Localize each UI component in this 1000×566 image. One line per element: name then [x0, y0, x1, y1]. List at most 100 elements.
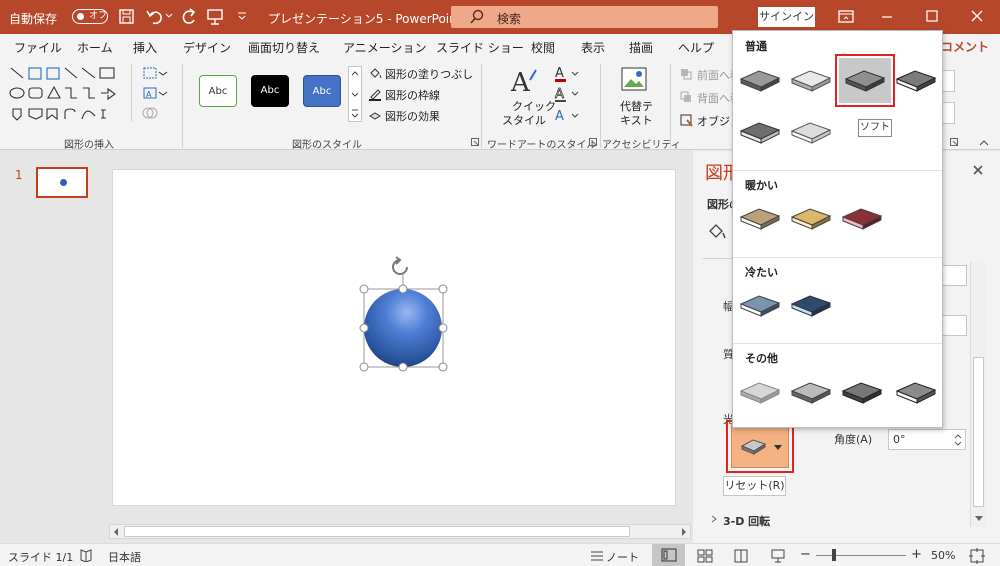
expand-rotation-icon[interactable] [710, 515, 718, 523]
text-fill-outline-effects-icon[interactable]: AAA [553, 64, 581, 124]
maximize-icon[interactable] [925, 9, 939, 23]
lighting-option-matte-dark[interactable] [737, 61, 783, 101]
arrange-shapes-icon[interactable]: A [141, 66, 171, 122]
comments-button[interactable]: コメント [941, 38, 989, 55]
slide-number: 1 [15, 168, 23, 182]
lighting-option-warm-red[interactable] [839, 199, 885, 239]
contour-spinner[interactable] [940, 315, 967, 336]
svg-text:A: A [555, 87, 564, 102]
alt-text-icon[interactable] [620, 66, 650, 96]
lighting-option-dark-edge[interactable] [893, 61, 939, 101]
selection-pane-icon [680, 114, 693, 127]
language-indicator[interactable]: 日本語 [108, 549, 141, 565]
style-gallery-scroll-icon[interactable] [348, 66, 362, 122]
zoom-in-button[interactable]: + [911, 547, 922, 562]
customize-qat-icon[interactable] [237, 11, 247, 21]
lighting-option-warm-flat[interactable] [737, 199, 783, 239]
search-icon [470, 9, 484, 24]
save-icon[interactable] [118, 8, 136, 26]
fill-line-tab-icon[interactable] [707, 222, 729, 242]
notes-button[interactable]: ノート [606, 549, 639, 565]
svg-text:A: A [555, 109, 564, 124]
normal-view-icon [661, 548, 677, 562]
tab-view[interactable]: 表示 [581, 39, 605, 56]
tab-draw[interactable]: 描画 [629, 39, 653, 56]
zoom-slider-thumb[interactable] [832, 549, 836, 561]
pane-scroll-thumb[interactable] [973, 357, 984, 507]
tab-transitions[interactable]: 画面切り替え [248, 39, 320, 56]
undo-dropdown-icon[interactable] [165, 12, 173, 20]
slide-sorter-icon[interactable] [697, 549, 713, 563]
lighting-option-plastic-dark[interactable] [737, 113, 783, 153]
zoom-slider[interactable] [816, 555, 906, 556]
angle-value: 0° [893, 433, 906, 446]
reset-button[interactable]: リセット(R) [723, 476, 786, 496]
lighting-option-other-2[interactable] [788, 373, 834, 413]
horizontal-scroll-thumb[interactable] [124, 526, 630, 537]
zoom-level[interactable]: 50% [931, 549, 955, 562]
tab-file[interactable]: ファイル [14, 39, 62, 56]
pane-close-icon[interactable] [972, 164, 984, 176]
fit-slide-icon[interactable] [968, 547, 986, 565]
rotation-section-header[interactable]: 3-D 回転 [723, 513, 770, 529]
spellcheck-icon[interactable] [79, 548, 93, 562]
section-heading-warm: 暖かい [745, 179, 778, 192]
collapse-ribbon-icon[interactable] [978, 138, 990, 148]
section-heading-other: その他 [745, 352, 778, 365]
zoom-out-button[interactable]: − [800, 547, 811, 562]
scroll-left-icon[interactable] [112, 527, 120, 537]
lighting-option-other-3[interactable] [839, 373, 885, 413]
scroll-right-icon[interactable] [680, 527, 688, 537]
lighting-dropdown-button[interactable] [731, 425, 789, 468]
angle-spin-icon[interactable] [953, 432, 963, 448]
thumbnail-sphere [60, 179, 67, 186]
close-icon[interactable] [970, 9, 984, 23]
autosave-toggle[interactable]: オフ [72, 9, 108, 24]
present-icon[interactable] [206, 7, 224, 27]
search-box[interactable]: 検索 [451, 6, 718, 28]
reading-view-icon[interactable] [733, 549, 749, 563]
ribbon-display-icon[interactable] [838, 9, 854, 25]
lighting-option-matte-light[interactable] [788, 61, 834, 101]
tab-home[interactable]: ホーム [77, 39, 113, 56]
tab-animations[interactable]: アニメーション [343, 39, 427, 56]
tab-insert[interactable]: 挿入 [133, 39, 157, 56]
lighting-option-other-4[interactable] [893, 373, 939, 413]
angle-input[interactable]: 0° [888, 429, 966, 450]
pane-scrollbar[interactable] [970, 261, 986, 527]
lighting-option-warm-yellow[interactable] [788, 199, 834, 239]
shapes-gallery-icon[interactable] [9, 66, 135, 124]
depth-spinner[interactable] [940, 265, 967, 286]
shape-fill-button[interactable]: 図形の塗りつぶし [385, 66, 473, 82]
bring-forward-icon [681, 69, 692, 80]
dialog-launcher-icon[interactable] [471, 138, 479, 146]
signin-button[interactable]: サインイン [758, 7, 815, 27]
tab-slideshow[interactable]: スライド ショー [436, 39, 524, 56]
lighting-option-cool-slate[interactable] [737, 286, 783, 326]
lighting-option-plastic-light[interactable] [788, 113, 834, 153]
wordart-quickstyle-icon[interactable]: A [508, 66, 540, 96]
lighting-option-other-1[interactable] [737, 373, 783, 413]
shape-outline-button[interactable]: 図形の枠線 [385, 87, 440, 103]
tab-review[interactable]: 校閲 [531, 39, 555, 56]
slide-thumbnail[interactable] [36, 167, 88, 198]
selected-sphere-shape[interactable] [355, 245, 455, 375]
wordart-launcher-icon[interactable] [589, 138, 597, 146]
horizontal-scrollbar[interactable] [109, 524, 691, 539]
lighting-option-cool-blue[interactable] [788, 286, 834, 326]
shape-style-green[interactable]: Abc [199, 75, 237, 107]
slideshow-view-icon[interactable] [770, 548, 786, 564]
redo-icon[interactable] [179, 7, 199, 27]
tab-help[interactable]: ヘルプ [678, 39, 714, 56]
lighting-option-soft-selected[interactable] [839, 58, 891, 103]
shape-style-black[interactable]: Abc [251, 75, 289, 107]
tab-design[interactable]: デザイン [183, 39, 231, 56]
undo-icon[interactable] [145, 7, 165, 27]
size-launcher-icon[interactable] [950, 138, 958, 146]
pane-scroll-down-icon[interactable] [974, 514, 984, 522]
group-label-shapes: 図形の挿入 [64, 140, 114, 151]
shape-style-blue[interactable]: Abc [303, 75, 341, 107]
minimize-icon[interactable] [880, 10, 894, 24]
normal-view-button[interactable] [652, 544, 685, 566]
shape-effects-button[interactable]: 図形の効果 [385, 108, 440, 124]
